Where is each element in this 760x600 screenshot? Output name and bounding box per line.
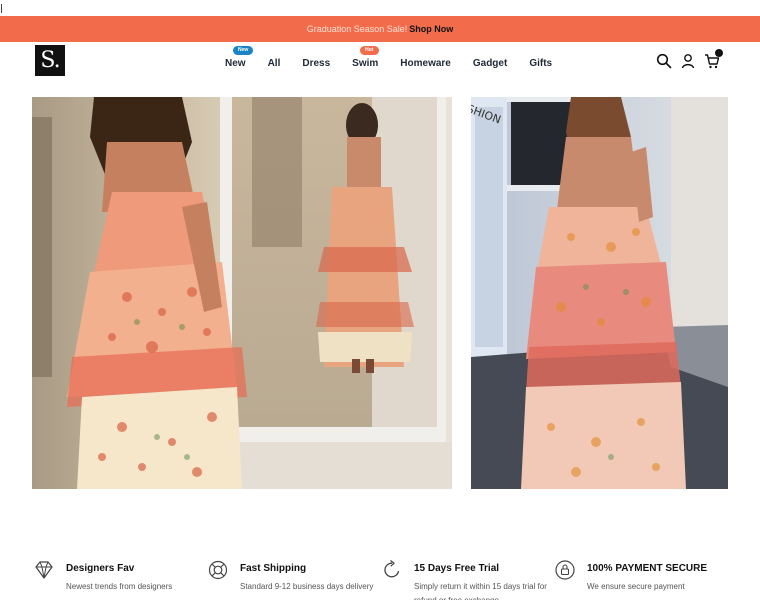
refresh-icon	[381, 559, 403, 581]
nav-item-label: All	[267, 57, 281, 69]
feature-desc: We ensure secure payment	[587, 582, 685, 591]
secure-payment-icon	[554, 559, 576, 581]
nav-item-label: Homeware	[400, 57, 451, 69]
nav-item-homeware[interactable]: Homeware	[400, 58, 451, 69]
diamond-icon	[33, 559, 55, 581]
nav-item-all[interactable]: All	[268, 58, 281, 69]
nav-item-dress[interactable]: Dress	[302, 58, 330, 69]
shop-now-link[interactable]: Shop Now	[409, 24, 453, 34]
site-header: S. New New All Dress Hot Swim Homeware G…	[0, 42, 760, 84]
feature-fast-shipping: Fast Shipping Standard 9-12 business day…	[207, 555, 382, 600]
cart-count-badge	[715, 49, 723, 57]
nav-item-gifts[interactable]: Gifts	[529, 58, 552, 69]
feature-title: Designers Fav	[66, 563, 135, 574]
nav-badge-new: New	[233, 45, 254, 55]
feature-free-trial: 15 Days Free Trial Simply return it with…	[381, 555, 556, 600]
main-nav: New New All Dress Hot Swim Homeware Gadg…	[225, 42, 552, 84]
feature-title: 100% PAYMENT SECURE	[587, 563, 708, 574]
feature-title: 15 Days Free Trial	[414, 563, 500, 574]
account-icon[interactable]	[680, 53, 696, 69]
feature-desc: Simply return it within 15 days trial fo…	[414, 582, 547, 600]
feature-payment-secure: 100% PAYMENT SECURE We ensure secure pay…	[554, 555, 729, 600]
brand-logo[interactable]: S.	[35, 45, 65, 76]
hero-image-left[interactable]	[32, 97, 452, 489]
search-icon[interactable]	[656, 53, 672, 69]
feature-desc: Newest trends from designers	[66, 582, 173, 591]
text-cursor	[1, 4, 2, 13]
nav-item-label: Swim	[352, 57, 379, 69]
nav-badge-hot: Hot	[360, 45, 379, 55]
nav-item-label: Gifts	[529, 57, 553, 69]
nav-item-label: New	[225, 57, 246, 69]
nav-item-swim[interactable]: Hot Swim	[352, 45, 379, 69]
nav-item-label: Gadget	[472, 57, 508, 69]
page: Graduation Season Sale! Shop Now S. New …	[0, 0, 760, 600]
feature-title: Fast Shipping	[240, 563, 307, 574]
announcement-text: Graduation Season Sale!	[306, 24, 408, 34]
cart-icon[interactable]	[704, 49, 723, 69]
lifebuoy-icon	[207, 559, 229, 581]
feature-strip: Designers Fav Newest trends from designe…	[0, 555, 760, 600]
header-icons	[648, 49, 723, 69]
nav-item-gadget[interactable]: Gadget	[473, 58, 507, 69]
nav-item-new[interactable]: New New	[225, 45, 254, 69]
hero-image-right[interactable]: SHION	[471, 97, 728, 489]
nav-item-label: Dress	[302, 57, 331, 69]
announcement-bar: Graduation Season Sale! Shop Now	[0, 16, 760, 42]
feature-desc: Standard 9-12 business days delivery	[240, 582, 374, 591]
feature-designers-fav: Designers Fav Newest trends from designe…	[33, 555, 208, 600]
